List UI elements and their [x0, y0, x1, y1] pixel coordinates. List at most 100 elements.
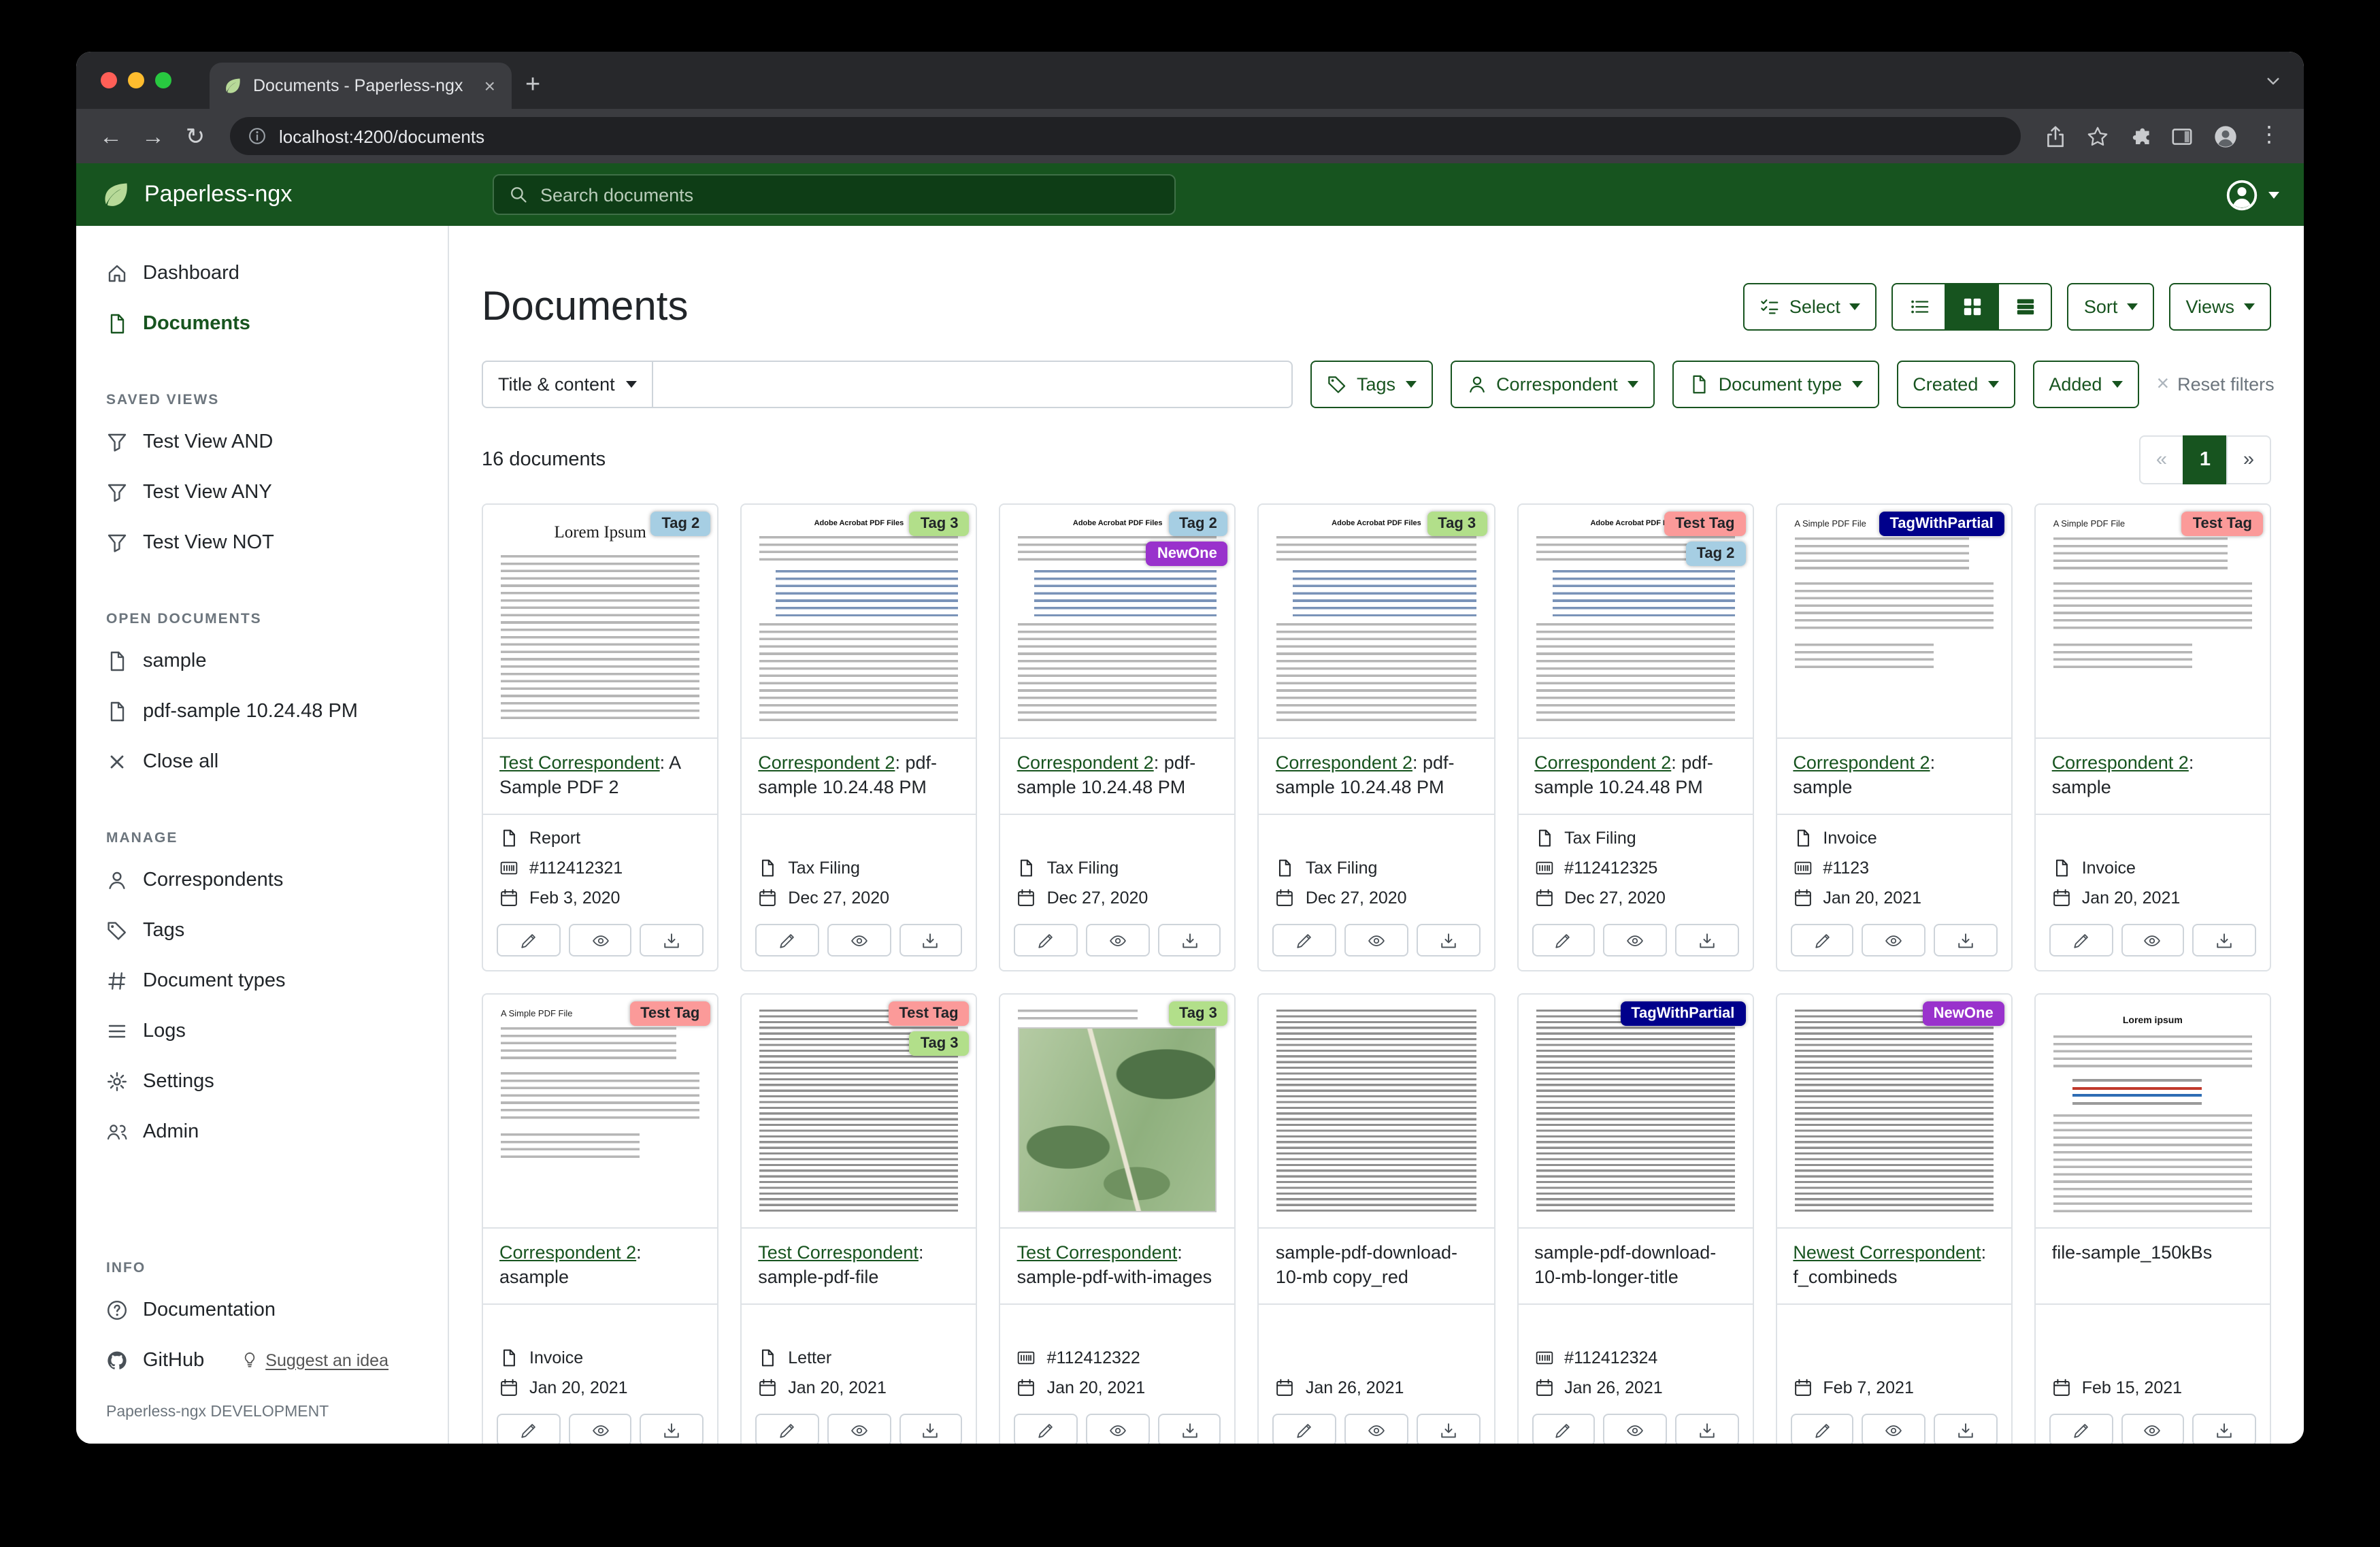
document-thumbnail[interactable]: A Simple PDF FileTest Tag [2036, 505, 2270, 739]
tag-badge[interactable]: TagWithPartial [1879, 512, 2004, 536]
edit-button[interactable] [1014, 924, 1078, 957]
download-button[interactable] [1157, 924, 1221, 957]
download-button[interactable] [1934, 924, 1997, 957]
edit-button[interactable] [1790, 1414, 1853, 1444]
correspondent-link[interactable]: Correspondent 2 [1793, 752, 1930, 773]
suggest-idea-link[interactable]: Suggest an idea [241, 1350, 389, 1369]
view-button[interactable] [1604, 924, 1667, 957]
sidebar-item-settings[interactable]: Settings [76, 1056, 448, 1106]
download-button[interactable] [1675, 1414, 1738, 1444]
sort-button[interactable]: Sort [2068, 283, 2155, 331]
correspondent-link[interactable]: Correspondent 2 [1017, 752, 1154, 773]
document-thumbnail[interactable]: Lorem ipsum [2036, 995, 2270, 1229]
edit-button[interactable] [1532, 924, 1595, 957]
sidebar-item-documentation[interactable]: Documentation [76, 1284, 448, 1335]
sidebar-item-dashboard[interactable]: Dashboard [76, 248, 448, 298]
tag-badge[interactable]: Tag 2 [1168, 512, 1228, 536]
document-thumbnail[interactable]: NewOne [1776, 995, 2011, 1229]
sidebar-item-logs[interactable]: Logs [76, 1005, 448, 1056]
tab-search-chevron-icon[interactable] [2264, 72, 2282, 90]
open-document-sample[interactable]: sample [76, 635, 448, 686]
download-button[interactable] [640, 1414, 704, 1444]
share-icon[interactable] [2044, 124, 2067, 148]
tag-badge[interactable]: Tag 3 [1427, 512, 1487, 536]
saved-view-test-view-not[interactable]: Test View NOT [76, 517, 448, 567]
edit-button[interactable] [1014, 1414, 1078, 1444]
document-thumbnail[interactable]: TagWithPartial [1518, 995, 1752, 1229]
tags-filter-button[interactable]: Tags [1310, 361, 1432, 408]
view-button[interactable] [1862, 1414, 1926, 1444]
view-table-button[interactable] [1998, 283, 2053, 331]
new-tab-button[interactable]: + [525, 71, 540, 101]
document-thumbnail[interactable]: A Simple PDF FileTagWithPartial [1776, 505, 2011, 739]
address-bar[interactable]: localhost:4200/documents [230, 117, 2021, 155]
edit-button[interactable] [1273, 1414, 1336, 1444]
edit-button[interactable] [755, 924, 819, 957]
pagination-page-1[interactable]: 1 [2183, 435, 2228, 484]
site-info-icon[interactable] [248, 127, 267, 146]
bookmark-star-icon[interactable] [2086, 124, 2109, 148]
saved-view-test-view-and[interactable]: Test View AND [76, 416, 448, 467]
created-filter-button[interactable]: Created [1896, 361, 2015, 408]
filter-text-input[interactable] [653, 361, 1293, 408]
download-button[interactable] [1934, 1414, 1997, 1444]
window-close-button[interactable] [101, 72, 117, 88]
sidebar-item-tags[interactable]: Tags [76, 905, 448, 955]
view-button[interactable] [568, 924, 631, 957]
edit-button[interactable] [497, 1414, 560, 1444]
document-thumbnail[interactable]: Test Tag Tag 3 [742, 995, 976, 1229]
document-thumbnail[interactable]: Lorem IpsumTag 2 [483, 505, 717, 739]
view-button[interactable] [1344, 924, 1408, 957]
sidebar-item-admin[interactable]: Admin [76, 1106, 448, 1157]
extensions-icon[interactable] [2128, 124, 2151, 148]
download-button[interactable] [1675, 924, 1738, 957]
sidebar-item-documents[interactable]: Documents [76, 298, 448, 348]
download-button[interactable] [899, 924, 962, 957]
tag-badge[interactable]: Tag 2 [1686, 542, 1746, 566]
forward-button[interactable]: → [135, 124, 171, 148]
views-button[interactable]: Views [2169, 283, 2271, 331]
download-button[interactable] [2193, 924, 2256, 957]
tag-badge[interactable]: NewOne [1923, 1001, 2004, 1026]
split-view-icon[interactable] [2170, 124, 2194, 148]
view-list-button[interactable] [1892, 283, 1947, 331]
back-button[interactable]: ← [93, 124, 129, 148]
view-button[interactable] [568, 1414, 631, 1444]
tag-badge[interactable]: Tag 3 [910, 1031, 970, 1056]
tag-badge[interactable]: NewOne [1146, 542, 1228, 566]
tag-badge[interactable]: TagWithPartial [1620, 1001, 1745, 1026]
view-button[interactable] [827, 924, 891, 957]
view-button[interactable] [2121, 924, 2184, 957]
tab-close-icon[interactable]: × [482, 75, 498, 97]
view-button[interactable] [1086, 1414, 1149, 1444]
edit-button[interactable] [1532, 1414, 1595, 1444]
tag-badge[interactable]: Test Tag [2182, 512, 2263, 536]
tag-badge[interactable]: Tag 2 [650, 512, 710, 536]
reset-filters-button[interactable]: × Reset filters [2156, 373, 2274, 395]
edit-button[interactable] [755, 1414, 819, 1444]
reload-button[interactable]: ↻ [177, 124, 214, 148]
sidebar-item-github[interactable]: GitHubSuggest an idea [76, 1335, 448, 1385]
open-document-pdf-sample-10-24-48-pm[interactable]: pdf-sample 10.24.48 PM [76, 686, 448, 736]
select-button[interactable]: Select [1743, 283, 1877, 331]
tag-badge[interactable]: Test Tag [1664, 512, 1745, 536]
view-button[interactable] [1862, 924, 1926, 957]
correspondent-link[interactable]: Correspondent 2 [758, 752, 895, 773]
edit-button[interactable] [1273, 924, 1336, 957]
saved-view-test-view-any[interactable]: Test View ANY [76, 467, 448, 517]
tag-badge[interactable]: Tag 3 [1168, 1001, 1228, 1026]
correspondent-link[interactable]: Correspondent 2 [1534, 752, 1671, 773]
download-button[interactable] [1417, 1414, 1480, 1444]
added-filter-button[interactable]: Added [2032, 361, 2138, 408]
sidebar-item-correspondents[interactable]: Correspondents [76, 854, 448, 905]
tag-badge[interactable]: Test Tag [888, 1001, 969, 1026]
edit-button[interactable] [1790, 924, 1853, 957]
download-button[interactable] [1417, 924, 1480, 957]
user-menu[interactable] [2225, 178, 2279, 212]
view-grid-button[interactable] [1945, 283, 2000, 331]
view-button[interactable] [1604, 1414, 1667, 1444]
app-brand[interactable]: Paperless-ngx [101, 180, 457, 210]
download-button[interactable] [899, 1414, 962, 1444]
download-button[interactable] [2193, 1414, 2256, 1444]
correspondent-filter-button[interactable]: Correspondent [1450, 361, 1655, 408]
